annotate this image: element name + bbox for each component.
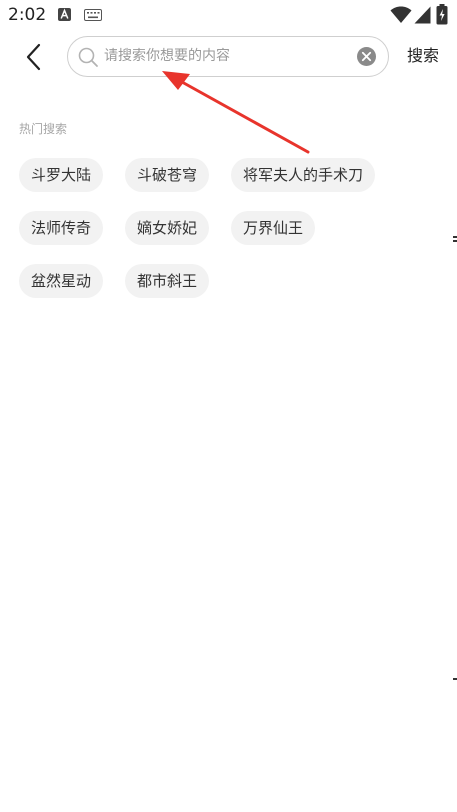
tag-row: 法师传奇 嫡女娇妃 万界仙王 (19, 211, 439, 245)
status-time: 2:02 (8, 5, 47, 25)
keyboard-icon (84, 9, 102, 21)
hot-tag[interactable]: 都市斜王 (125, 264, 210, 298)
a-notification-icon (58, 8, 71, 21)
tag-row: 斗罗大陆 斗破苍穹 将军夫人的手术刀 (19, 158, 439, 192)
hot-search-label: 热门搜索 (19, 122, 68, 136)
signal-icon (414, 6, 431, 24)
search-button[interactable]: 搜索 (407, 46, 439, 66)
search-icon (78, 47, 98, 67)
hot-tag[interactable]: 万界仙王 (231, 211, 316, 245)
annotation-arrow (162, 71, 310, 154)
hot-search-tags: 斗罗大陆 斗破苍穹 将军夫人的手术刀 法师传奇 嫡女娇妃 万界仙王 盆然星动 都… (19, 158, 439, 317)
edge-mark (453, 236, 457, 238)
back-button[interactable] (18, 40, 52, 74)
hot-tag[interactable]: 盆然星动 (19, 264, 104, 298)
edge-mark (453, 240, 457, 242)
battery-icon (436, 4, 448, 25)
wifi-icon (390, 6, 412, 23)
hot-tag[interactable]: 斗破苍穹 (125, 158, 210, 192)
hot-tag[interactable]: 斗罗大陆 (19, 158, 104, 192)
hot-tag[interactable]: 法师传奇 (19, 211, 104, 245)
clear-icon[interactable] (356, 46, 377, 67)
tag-row: 盆然星动 都市斜王 (19, 264, 439, 298)
edge-mark (453, 678, 457, 680)
status-bar: 2:02 (0, 0, 457, 30)
hot-tag[interactable]: 将军夫人的手术刀 (231, 158, 376, 192)
hot-tag[interactable]: 嫡女娇妃 (125, 211, 210, 245)
chevron-left-icon (26, 43, 41, 71)
